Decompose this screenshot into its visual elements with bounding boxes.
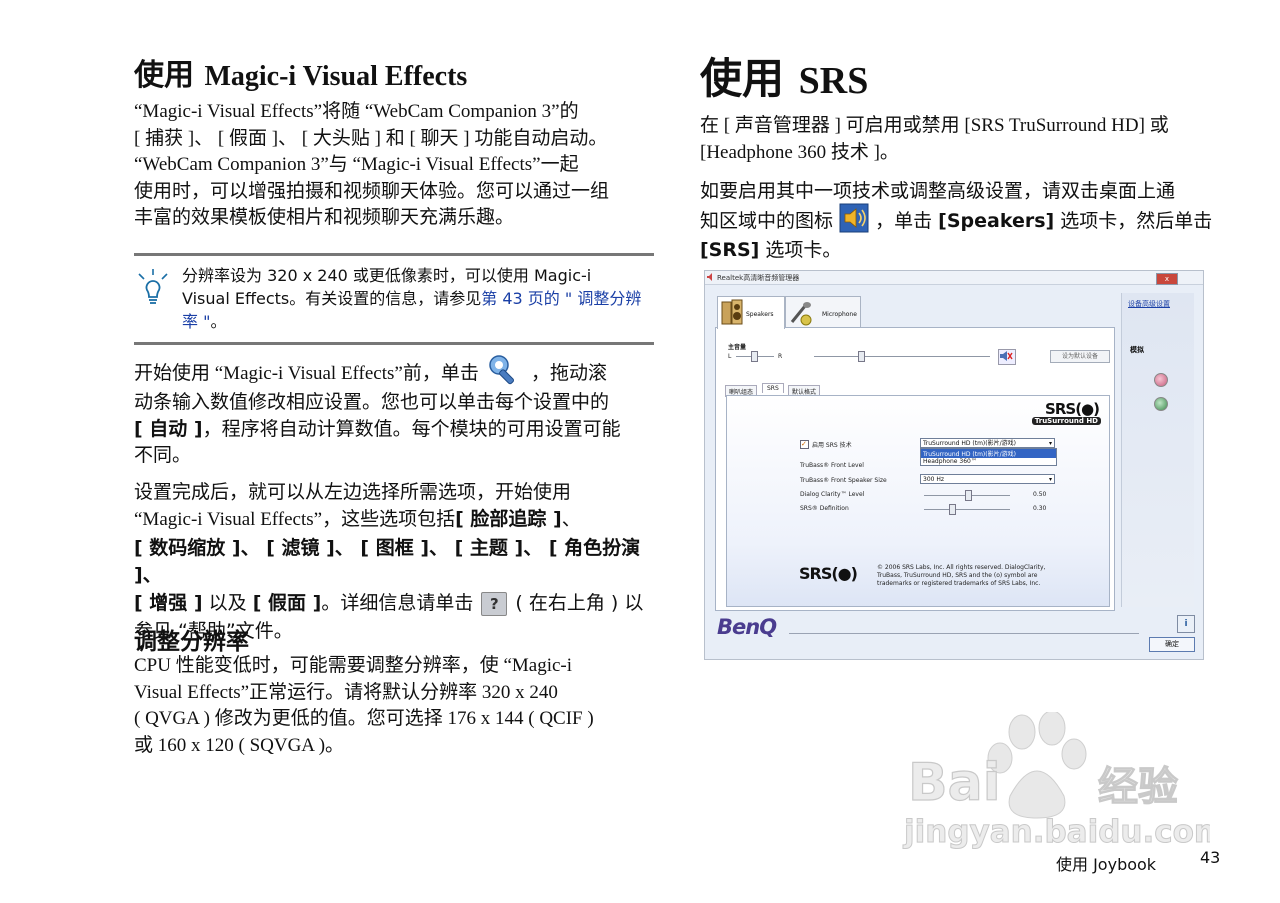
section-title-srs: 使用 SRS	[700, 54, 869, 103]
option-headphone-360[interactable]: Headphone 360™	[921, 458, 1056, 465]
footer-section-label: 使用 Joybook	[1056, 855, 1157, 874]
dialog-clarity-thumb[interactable]	[965, 490, 972, 501]
srs-settings-panel: SRS(●) TruSurround HD ✓ 启用 SRS 技术 TruSur…	[726, 395, 1110, 607]
speakers-icon	[721, 299, 743, 325]
enable-srs-checkbox[interactable]: ✓	[800, 440, 809, 449]
option-trusurround[interactable]: TruSurround HD (tm)(影片/游戏)	[921, 449, 1056, 458]
trusurround-hd-badge: TruSurround HD	[1031, 417, 1101, 425]
baidu-jingyan-watermark: Bai 经验 jingyan.baidu.com	[902, 712, 1210, 851]
wrench-settings-icon	[489, 354, 514, 384]
magic-i-usage-paragraph: 开始使用 “Magic-i Visual Effects”前，单击 ，拖动滚 动…	[134, 354, 664, 469]
svg-text:Bai: Bai	[908, 753, 1001, 813]
speaker-small-icon	[707, 273, 712, 281]
speaker-size-dropdown[interactable]: 300 Hz ▾	[920, 474, 1055, 484]
page-number: 43	[1200, 848, 1221, 867]
section-title-magic-i: 使用 Magic-i Visual Effects	[134, 58, 468, 93]
resolution-page-link[interactable]: 第 43 页的 " 调整分辨	[481, 289, 641, 308]
window-title: Realtek高清晰音频管理器	[717, 274, 800, 282]
balance-thumb[interactable]	[751, 351, 758, 362]
adjust-resolution-paragraph: CPU 性能变低时，可能需要调整分辨率，使 “Magic-i Visual Ef…	[134, 655, 594, 756]
srs-logo-bottom: SRS(●)	[799, 564, 858, 583]
svg-text:经验: 经验	[1098, 764, 1178, 810]
mute-icon[interactable]	[998, 349, 1016, 365]
tab-microphone[interactable]: Microphone	[785, 296, 861, 329]
microphone-icon	[790, 302, 812, 326]
trubass-speaker-size-label: TruBass® Front Speaker Size	[800, 477, 887, 484]
volume-thumb[interactable]	[858, 351, 865, 362]
analog-label: 模拟	[1130, 346, 1144, 354]
realtek-audio-manager-window: Realtek高清晰音频管理器 _□x Speakers Microphone …	[704, 270, 1204, 660]
note-text: 分辨率设为 320 x 240 或更低像素时，可以使用 Magic-i Visu…	[182, 266, 642, 331]
srs-mode-options: TruSurround HD (tm)(影片/游戏) Headphone 360…	[920, 448, 1057, 466]
srs-copyright: © 2006 SRS Labs, Inc. All rights reserve…	[877, 564, 1046, 587]
dialog-clarity-label: Dialog Clarity™ Level	[800, 491, 865, 498]
speakers-panel: 主音量 L R 设为默认设备 喇叭组态 SRS 默认格式 SRS(●) TruS…	[715, 327, 1115, 611]
srs-mode-dropdown[interactable]: TruSurround HD (tm)(影片/游戏) ▾	[920, 438, 1055, 448]
srs-intro-paragraph: 在 [ 声音管理器 ] 可启用或禁用 [SRS TruSurround HD] …	[700, 115, 1169, 163]
volume-slider[interactable]	[814, 356, 990, 357]
magic-i-options-paragraph: 设置完成后，就可以从左边选择所需选项，开始使用 “Magic-i Visual …	[134, 481, 644, 642]
pink-jack-icon[interactable]	[1154, 373, 1168, 387]
window-titlebar: Realtek高清晰音频管理器 _□x	[705, 271, 1203, 285]
srs-logo-top: SRS(●)	[1045, 400, 1100, 418]
dialog-clarity-value: 0.50	[1033, 491, 1047, 498]
chevron-down-icon: ▾	[1048, 476, 1052, 483]
srs-instructions-paragraph: 如要启用其中一项技术或调整高级设置，请双击桌面上通 知区域中的图标 ，单击 [S…	[700, 180, 1213, 261]
balance-left-label: L	[728, 353, 732, 360]
close-button[interactable]: x	[1156, 273, 1178, 285]
info-button[interactable]: i	[1177, 615, 1195, 633]
srs-definition-value: 0.30	[1033, 505, 1047, 512]
trubass-front-level-label: TruBass® Front Level	[800, 462, 864, 469]
balance-right-label: R	[778, 353, 783, 360]
speaker-tray-icon	[839, 203, 869, 233]
svg-text:jingyan.baidu.com: jingyan.baidu.com	[902, 814, 1210, 850]
advanced-device-settings-link[interactable]: 设备高级设置	[1128, 299, 1170, 309]
subtab-srs[interactable]: SRS	[762, 383, 784, 393]
section-title-adjust-resolution: 调整分辨率	[134, 629, 249, 655]
lightbulb-icon	[138, 269, 168, 304]
device-side-panel: 设备高级设置 模拟	[1121, 293, 1194, 607]
green-jack-icon[interactable]	[1154, 397, 1168, 411]
resolution-note-box: 分辨率设为 320 x 240 或更低像素时，可以使用 Magic-i Visu…	[134, 253, 654, 345]
main-volume-label: 主音量	[728, 344, 747, 351]
ok-button[interactable]: 确定	[1149, 637, 1195, 652]
set-default-device-button[interactable]: 设为默认设备	[1050, 350, 1110, 363]
help-question-icon: ?	[481, 591, 508, 616]
tab-speakers[interactable]: Speakers	[717, 296, 785, 329]
benq-logo: BenQ	[717, 615, 777, 639]
enable-srs-label: 启用 SRS 技术	[812, 442, 852, 449]
resolution-page-link-cont[interactable]: 率 "	[182, 312, 210, 331]
srs-definition-thumb[interactable]	[949, 504, 956, 515]
magic-i-intro-paragraph: “Magic-i Visual Effects”将随 “WebCam Compa…	[134, 101, 610, 228]
bottom-divider	[789, 633, 1139, 634]
srs-definition-label: SRS® Definition	[800, 505, 849, 512]
srs-definition-slider[interactable]	[924, 509, 1010, 510]
